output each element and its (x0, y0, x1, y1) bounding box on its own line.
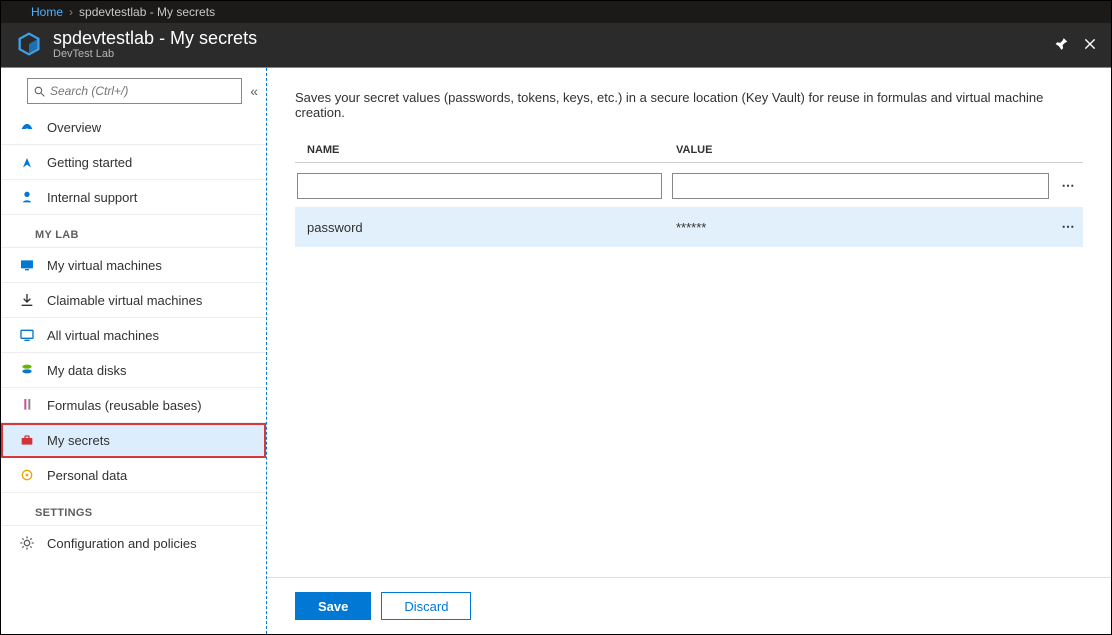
sidebar-item-personal-data[interactable]: Personal data (1, 458, 266, 493)
devtestlab-icon (15, 30, 43, 58)
sidebar-group-mylab: MY LAB (1, 215, 266, 248)
sidebar-item-getting-started[interactable]: Getting started (1, 145, 266, 180)
sidebar-item-all-vms[interactable]: All virtual machines (1, 318, 266, 353)
sidebar: « Overview Getting started Internal supp… (1, 68, 267, 634)
column-header-value[interactable]: VALUE (672, 144, 1047, 156)
breadcrumb-current: spdevtestlab - My secrets (79, 5, 215, 19)
column-header-name[interactable]: NAME (295, 144, 672, 156)
sidebar-group-settings: SETTINGS (1, 493, 266, 526)
sidebar-item-my-secrets[interactable]: My secrets (1, 423, 266, 458)
search-input[interactable] (50, 79, 241, 103)
row-more-icon[interactable]: ⋯ (1053, 219, 1083, 235)
flask-icon (19, 397, 35, 413)
sidebar-item-label: Personal data (47, 468, 127, 483)
sidebar-item-label: Overview (47, 120, 101, 135)
new-secret-value-input[interactable] (672, 173, 1049, 199)
sidebar-item-label: Internal support (47, 190, 137, 205)
sidebar-item-label: All virtual machines (47, 328, 159, 343)
support-icon (19, 189, 35, 205)
sidebar-search[interactable] (27, 78, 242, 104)
sidebar-item-label: Getting started (47, 155, 132, 170)
personal-data-icon (19, 467, 35, 483)
sidebar-item-claimable-vms[interactable]: Claimable virtual machines (1, 283, 266, 318)
sidebar-item-label: My data disks (47, 363, 126, 378)
sidebar-item-my-vms[interactable]: My virtual machines (1, 248, 266, 283)
sidebar-item-label: My secrets (47, 433, 110, 448)
disks-icon (19, 362, 35, 378)
secret-row[interactable]: password ****** ⋯ (295, 207, 1083, 247)
monitor-icon (19, 327, 35, 343)
blade-header: spdevtestlab - My secrets DevTest Lab (1, 23, 1111, 67)
save-button[interactable]: Save (295, 592, 371, 620)
footer-actions: Save Discard (267, 577, 1111, 634)
sidebar-item-config-policies[interactable]: Configuration and policies (1, 526, 266, 560)
sidebar-item-data-disks[interactable]: My data disks (1, 353, 266, 388)
breadcrumb: Home › spdevtestlab - My secrets (1, 1, 1111, 23)
download-icon (19, 292, 35, 308)
sidebar-item-label: My virtual machines (47, 258, 162, 273)
new-secret-name-input[interactable] (297, 173, 662, 199)
vm-icon (19, 257, 35, 273)
sidebar-item-overview[interactable]: Overview (1, 110, 266, 145)
secret-value: ****** (672, 220, 1053, 235)
secrets-table: NAME VALUE ⋯ password ****** ⋯ (295, 138, 1083, 247)
search-icon (28, 85, 50, 98)
gear-icon (19, 535, 35, 551)
sidebar-item-label: Claimable virtual machines (47, 293, 202, 308)
page-subtitle: DevTest Lab (53, 48, 1041, 60)
sidebar-item-internal-support[interactable]: Internal support (1, 180, 266, 215)
collapse-sidebar-icon[interactable]: « (250, 83, 258, 99)
main-panel: Saves your secret values (passwords, tok… (267, 68, 1111, 634)
new-secret-row: ⋯ (295, 167, 1083, 205)
sidebar-item-label: Configuration and policies (47, 536, 197, 551)
row-more-icon[interactable]: ⋯ (1053, 178, 1083, 194)
pin-icon[interactable] (1055, 37, 1069, 51)
close-icon[interactable] (1083, 37, 1097, 51)
sidebar-item-label: Formulas (reusable bases) (47, 398, 202, 413)
briefcase-icon (19, 432, 35, 448)
overview-icon (19, 119, 35, 135)
discard-button[interactable]: Discard (381, 592, 471, 620)
sidebar-item-formulas[interactable]: Formulas (reusable bases) (1, 388, 266, 423)
description-text: Saves your secret values (passwords, tok… (295, 90, 1083, 120)
breadcrumb-home[interactable]: Home (31, 5, 63, 19)
secret-name: password (295, 220, 672, 235)
page-title: spdevtestlab - My secrets (53, 28, 1041, 48)
chevron-right-icon: › (69, 5, 73, 19)
rocket-icon (19, 154, 35, 170)
